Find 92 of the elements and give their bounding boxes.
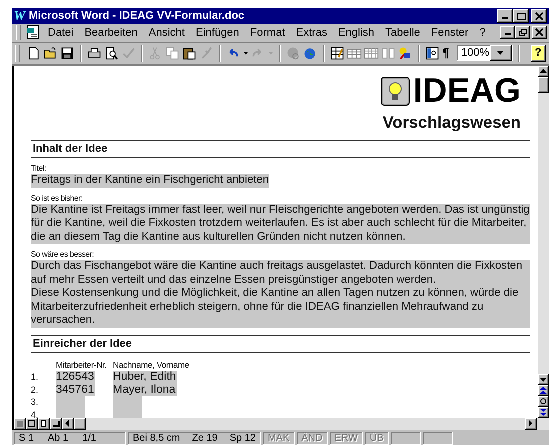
menu-item[interactable]: Format [245,26,290,40]
next-page-button[interactable] [538,407,549,418]
document-map-icon[interactable] [425,44,440,62]
mode-indicator: ÄND [302,433,323,444]
outline-view-button[interactable] [50,418,62,430]
print-preview-icon[interactable] [104,44,119,62]
menu-item[interactable]: Fenster [426,26,474,40]
light-bulb-icon [381,76,410,106]
scroll-up-icon [540,68,547,75]
normal-view-icon [16,420,24,428]
next-page-icon [540,409,547,416]
menu-item[interactable]: Tabelle [380,26,426,40]
scroll-up-button[interactable] [538,66,549,77]
zoom-field[interactable]: 100% [457,45,513,62]
scroll-thumb[interactable] [74,418,86,430]
column-header: Mitarbeiter-Nr. [56,358,108,372]
minimize-button[interactable] [500,26,515,40]
page-view-button[interactable] [38,418,50,430]
maximize-icon [517,28,528,38]
scroll-down-button[interactable] [538,374,549,385]
column-header: Nachname, Vorname [113,358,190,372]
online-view-button[interactable] [26,418,38,430]
menu-item[interactable]: Ansicht [144,26,190,40]
status-text: 1/1 [82,433,96,444]
menu-item[interactable]: Einfügen [190,26,244,40]
menu-item[interactable]: Bearbeiten [80,26,143,40]
minimize-icon [504,33,510,36]
status-panel [390,432,421,445]
outline-view-icon [52,420,60,428]
form-field[interactable]: Diese Kostensenkung und die Möglichkeit, die Kantine an allen Tagen nutzen zu können, würde die Mitarbeiterzufriedenheit erheblich steigern, ohne für die IDEAG finanziellen Mehraufwand zu verursachen. [31,287,530,328]
row-number: 3. [31,396,40,409]
open-folder-icon[interactable] [42,44,58,62]
scroll-thumb[interactable] [538,77,549,93]
form-field[interactable]: 345761 [56,384,96,396]
close-button[interactable] [532,26,547,40]
close-icon [534,12,544,20]
previous-page-icon [540,387,547,394]
row-number: 2. [31,384,40,396]
mode-indicator: ERW [334,433,358,444]
form-field[interactable]: 126543 [56,371,96,384]
section-heading: Einreicher der Idee [31,334,530,352]
mode-indicator: ÜB [370,433,384,444]
menu-item[interactable]: ? [474,26,491,40]
section-heading: Inhalt der Idee [31,140,530,158]
field-label: So wäre es besser: [31,250,96,259]
menu-item[interactable]: Datei [43,26,79,40]
menu-item[interactable]: English [333,26,380,40]
caret-icon [497,51,504,56]
close-button[interactable] [531,9,547,23]
maximize-button[interactable] [515,26,530,40]
scroll-left-button[interactable] [62,418,74,430]
window-title: Microsoft Word - IDEAG VV-Formular.doc [29,10,246,22]
status-text: S 1 [19,433,34,444]
close-icon [534,28,545,38]
browse-object-button[interactable] [538,396,549,407]
status-text: Ze 19 [192,433,218,444]
status-text: Sp 12 [230,433,256,444]
row-number: 4. [31,408,40,418]
scroll-right-button[interactable] [525,418,537,430]
status-text: Ab 1 [48,433,69,444]
form-field[interactable]: Die Kantine ist Freitags immer fast leer, weil nur Fleischgerichte angeboten werden. Das ist ungünstig für die Kantine, weil die Fixkosten trotzdem weiterlaufen. Es ist aber auch schlecht für die Mitarbeiter, die an diesem Tag die Kantine aus kulturellen Gründen nicht nutzen können. [31,204,530,244]
scroll-right-icon [527,420,535,428]
form-field[interactable]: Durch das Fischangebot wäre die Kantine auch freitags ausgelastet. Dadurch könnten die Fixkosten auf mehr Essen verteilt und das einzelne Essen preisgünstiger angeboten werden. [31,260,530,287]
browse-object-icon [540,398,547,405]
maximize-button[interactable] [513,9,529,23]
previous-page-button[interactable] [538,385,549,396]
brand-name: IDEAG [413,76,521,106]
form-field[interactable]: Mayer, Ilona [113,384,177,396]
app-logo: W [14,8,26,24]
subtitle: Vorschlagswesen [382,114,522,133]
dropdown-button[interactable] [490,45,512,62]
field-label: Titel: [31,164,48,173]
document-icon[interactable] [26,25,42,40]
maximize-icon [516,12,526,20]
mode-indicator: MAK [268,433,290,444]
show-formatting-button[interactable]: ¶ [442,45,450,62]
scroll-down-icon [540,376,547,383]
status-panel [422,432,453,445]
normal-view-button[interactable] [14,418,26,430]
online-view-icon [28,420,36,428]
field-label: So ist es bisher: [31,194,84,202]
status-text: Bei 8,5 cm [133,433,180,444]
minimize-button[interactable] [497,9,513,23]
help-button[interactable]: ? [530,44,546,62]
minimize-icon [502,17,508,19]
row-number: 1. [31,371,40,384]
table-pencil-icon[interactable] [330,44,346,62]
scroll-left-icon [64,420,72,428]
menu-item[interactable]: Extras [291,26,332,40]
page-view-icon [40,420,48,428]
form-field[interactable]: Huber, Edith [113,371,178,384]
form-field[interactable]: Freitags in der Kantine ein Fischgericht anbieten [31,174,270,188]
